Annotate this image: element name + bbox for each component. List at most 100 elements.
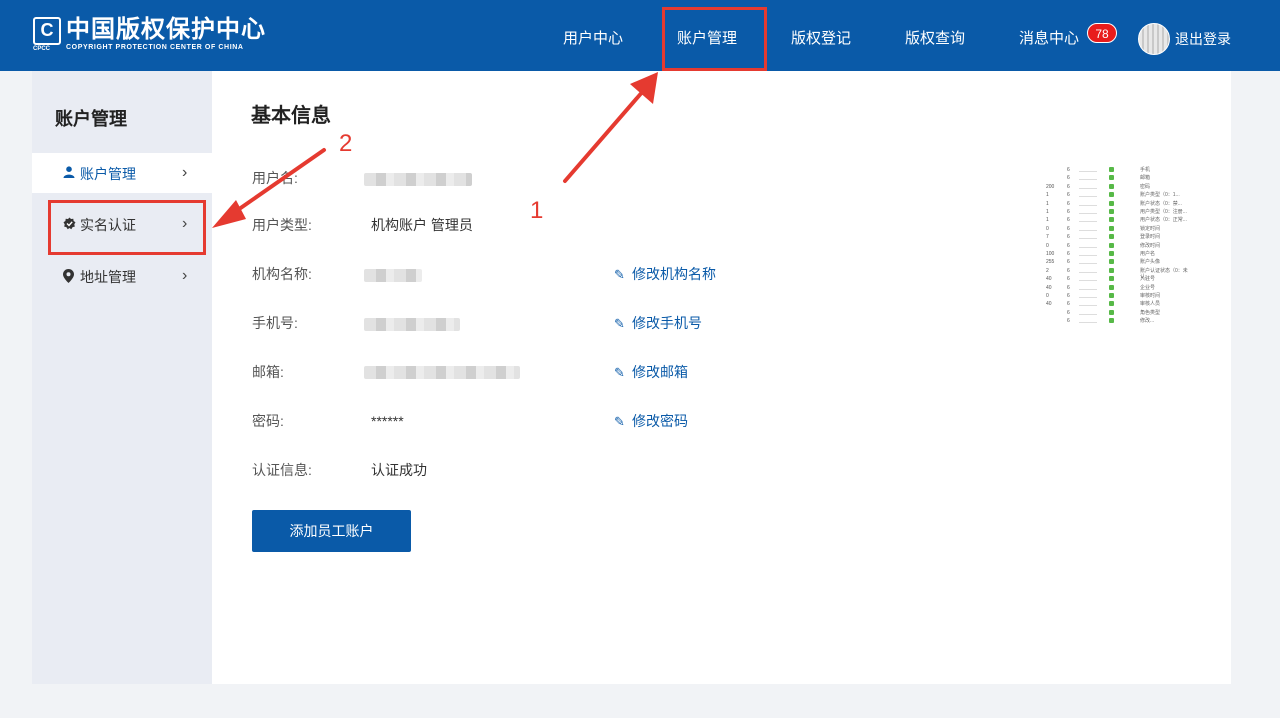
thumbnail-row: 7 6 登录时间 [1042, 234, 1192, 240]
checkbox-icon [1109, 183, 1114, 189]
thumbnail-cell: 40 [1046, 284, 1052, 291]
thumbnail-cell [1079, 217, 1097, 223]
thumbnail-cell: 账户类型（0：1... [1140, 192, 1180, 199]
thumbnail-cell: 6 [1067, 301, 1070, 308]
thumbnail-cell: 手机 [1140, 167, 1151, 173]
thumbnail-cell: 登录时间 [1140, 234, 1161, 241]
thumbnail-cell [1079, 234, 1097, 240]
email-label: 邮箱: [252, 364, 284, 380]
checkbox-icon [1109, 251, 1114, 256]
sidebar-item-address-management[interactable]: 地址管理 › [32, 256, 212, 296]
thumbnail-cell [1079, 167, 1097, 172]
thumbnail-cell [1079, 209, 1097, 214]
thumbnail-cell [1079, 184, 1097, 189]
thumbnail-cell: 0 [1046, 293, 1049, 299]
thumbnail-row: 1 6 账户类型（0：1... [1042, 192, 1192, 198]
pencil-icon: ✎ [614, 414, 625, 429]
thumbnail-cell: 角色类型 [1140, 309, 1161, 316]
thumbnail-cell [1079, 301, 1097, 307]
thumbnail-cell: 200 [1046, 183, 1055, 190]
thumbnail-cell: 255 [1046, 259, 1055, 266]
thumbnail-cell [1079, 293, 1097, 298]
thumbnail-cell: 修改时间 [1140, 242, 1161, 249]
thumbnail-cell: 40 [1046, 301, 1052, 308]
checkbox-icon [1109, 217, 1114, 223]
thumbnail-cell: 6 [1067, 175, 1070, 182]
thumbnail-cell: 锁定时间 [1140, 225, 1161, 232]
edit-password-link[interactable]: ✎ 修改密码 [614, 411, 688, 432]
thumbnail-row: 40 6 企业号 [1042, 284, 1192, 291]
thumbnail-cell: 入驻号 [1140, 276, 1156, 283]
nav-message-center[interactable]: 消息中心 [1019, 28, 1079, 50]
thumbnail-row: 6 邮箱 [1042, 175, 1192, 181]
add-employee-account-button[interactable]: 添加员工账户 [252, 510, 411, 552]
nav-user-center[interactable]: 用户中心 [563, 28, 623, 50]
thumbnail-cell [1079, 259, 1097, 265]
edit-email-link[interactable]: ✎ 修改邮箱 [614, 362, 688, 383]
thumbnail-cell: 用户名 [1140, 251, 1156, 257]
thumbnail-cell: 6 [1067, 209, 1070, 215]
thumbnail-cell: 6 [1067, 284, 1070, 291]
thumbnail-row: 0 6 审核时间 [1042, 293, 1192, 299]
thumbnail-cell: 修改... [1140, 318, 1155, 325]
edit-phone-link[interactable]: ✎ 修改手机号 [614, 313, 702, 334]
thumbnail-row: 0 6 锁定时间 [1042, 225, 1192, 232]
cpcc-logo[interactable]: C CPCC 中国版权保护中心 COPYRIGHT PROTECTION CEN… [33, 17, 266, 52]
thumbnail-cell: 1 [1046, 192, 1049, 199]
org-name-label: 机构名称: [252, 266, 312, 282]
thumbnail-cell [1079, 276, 1097, 282]
checkbox-icon [1109, 309, 1114, 315]
verification-value: 认证成功 [371, 462, 427, 478]
thumbnail-row: 2 6 账户认证状态（0：未认... [1042, 267, 1192, 280]
pencil-icon: ✎ [614, 316, 625, 331]
thumbnail-cell: 6 [1067, 167, 1070, 173]
location-pin-icon [63, 269, 74, 286]
thumbnail-cell: 40 [1046, 276, 1052, 283]
field-table-thumbnail: 6 手机 6 邮箱 200 6 密码 1 6 账户类型（0：1... 1 6 账户状态（0：禁... 1 6… [1042, 167, 1192, 327]
annotation-highlight-nav [662, 7, 767, 71]
thumbnail-row: 1 6 账户状态（0：禁... [1042, 200, 1192, 207]
thumbnail-row: 40 6 入驻号 [1042, 276, 1192, 282]
thumbnail-cell: 6 [1067, 242, 1070, 249]
thumbnail-row: 0 6 修改时间 [1042, 242, 1192, 249]
thumbnail-cell: 邮箱 [1140, 175, 1151, 182]
thumbnail-cell: 账户状态（0：禁... [1140, 200, 1182, 207]
nav-copyright-query[interactable]: 版权查询 [905, 28, 965, 50]
checkbox-icon [1109, 242, 1114, 248]
thumbnail-cell: 7 [1046, 234, 1049, 241]
password-label: 密码: [252, 413, 284, 429]
thumbnail-cell: 2 [1046, 267, 1049, 274]
thumbnail-cell [1079, 268, 1097, 273]
pencil-icon: ✎ [614, 267, 625, 282]
thumbnail-cell: 用户状态（0：正常... [1140, 217, 1187, 224]
user-type-value: 机构账户 管理员 [371, 217, 473, 233]
sidebar-item-account-management[interactable]: 账户管理 › [32, 153, 212, 193]
checkbox-icon [1109, 234, 1114, 240]
thumbnail-cell: 企业号 [1140, 284, 1156, 291]
annotation-step-2: 2 [339, 130, 353, 157]
thumbnail-cell: 6 [1067, 293, 1070, 299]
nav-copyright-registration[interactable]: 版权登记 [791, 28, 851, 50]
verification-label: 认证信息: [252, 462, 312, 478]
checkbox-icon [1109, 225, 1114, 231]
logout-button[interactable]: 退出登录 [1175, 29, 1231, 49]
avatar[interactable] [1138, 23, 1170, 55]
thumbnail-cell [1079, 175, 1097, 181]
thumbnail-cell [1079, 201, 1097, 206]
edit-org-name-link[interactable]: ✎ 修改机构名称 [614, 264, 716, 285]
checkbox-icon [1109, 301, 1114, 307]
checkbox-icon [1109, 293, 1114, 298]
chevron-right-icon: › [182, 267, 188, 284]
thumbnail-cell: 6 [1067, 251, 1070, 257]
sidebar-title: 账户管理 [55, 109, 127, 129]
checkbox-icon [1109, 318, 1114, 324]
thumbnail-cell: 1 [1046, 209, 1049, 215]
checkbox-icon [1109, 192, 1114, 198]
user-icon [63, 166, 75, 181]
checkbox-icon [1109, 175, 1114, 181]
thumbnail-cell: 6 [1067, 318, 1070, 325]
message-count-badge: 78 [1087, 23, 1117, 43]
username-value-redacted [364, 173, 472, 186]
thumbnail-cell: 密码 [1140, 183, 1151, 190]
sidebar: 账户管理 账户管理 › 实名认证 › 地址管理 › [32, 71, 212, 684]
